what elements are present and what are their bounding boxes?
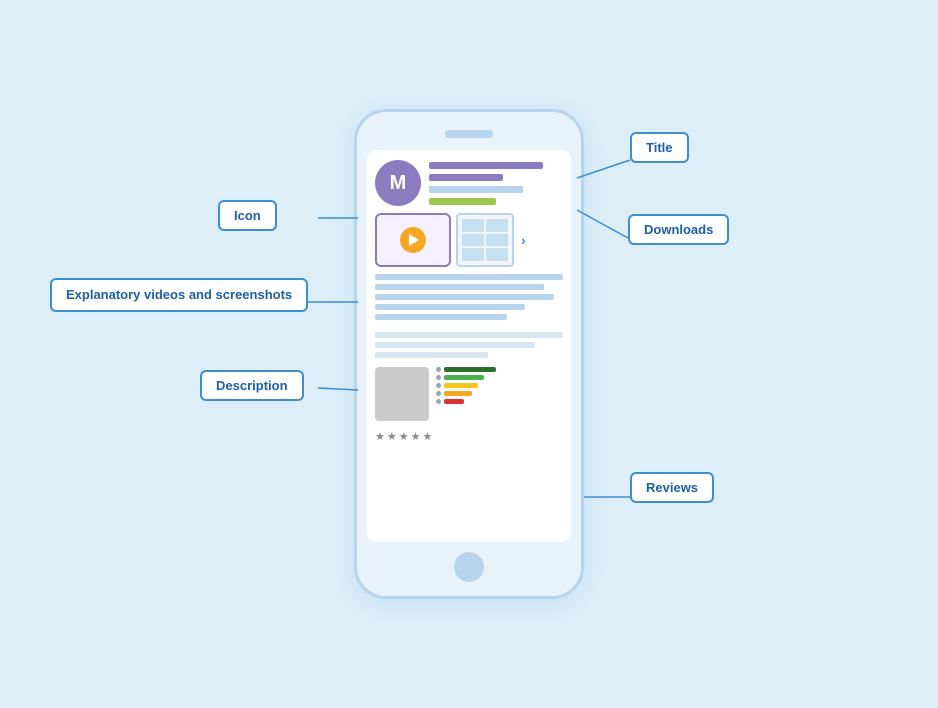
label-title: Title [630,132,689,163]
phone-home-button [454,552,484,582]
rating-row-1 [436,399,563,404]
desc-bar-2 [375,284,544,290]
label-explanatory: Explanatory videos and screenshots [50,278,308,312]
phone-screen: M › [367,150,571,542]
app-icon: M [375,160,421,206]
play-button[interactable] [400,227,426,253]
rating-row-5 [436,367,563,372]
label-reviews: Reviews [630,472,714,503]
reviews-section [375,367,563,421]
chevron-right-icon[interactable]: › [521,232,526,248]
rating-row-4 [436,375,563,380]
phone-speaker [445,130,493,138]
label-icon: Icon [218,200,277,231]
rating-row-3 [436,383,563,388]
phone-mockup: M › [354,109,584,599]
title-bar-1 [429,162,543,169]
desc-bar-6 [375,332,563,338]
downloads-bar [429,198,496,205]
desc-bar-4 [375,304,525,310]
desc-bar-3 [375,294,554,300]
description-section [375,274,563,358]
stars-row: ★ ★ ★ ★ ★ [375,430,563,443]
label-downloads: Downloads [628,214,729,245]
review-image [375,367,429,421]
play-icon [409,234,419,246]
video-thumbnail [375,213,451,267]
app-header: M [375,160,563,206]
desc-bar-8 [375,352,488,358]
label-description: Description [200,370,304,401]
app-title-area [429,160,563,205]
rating-bars [436,367,563,421]
desc-bar-5 [375,314,507,320]
rating-row-2 [436,391,563,396]
title-bar-2 [429,174,503,181]
desc-bar-7 [375,342,535,348]
media-row: › [375,213,563,267]
screenshot-thumbnail [456,213,514,267]
desc-bar-1 [375,274,563,280]
title-bar-3 [429,186,523,193]
